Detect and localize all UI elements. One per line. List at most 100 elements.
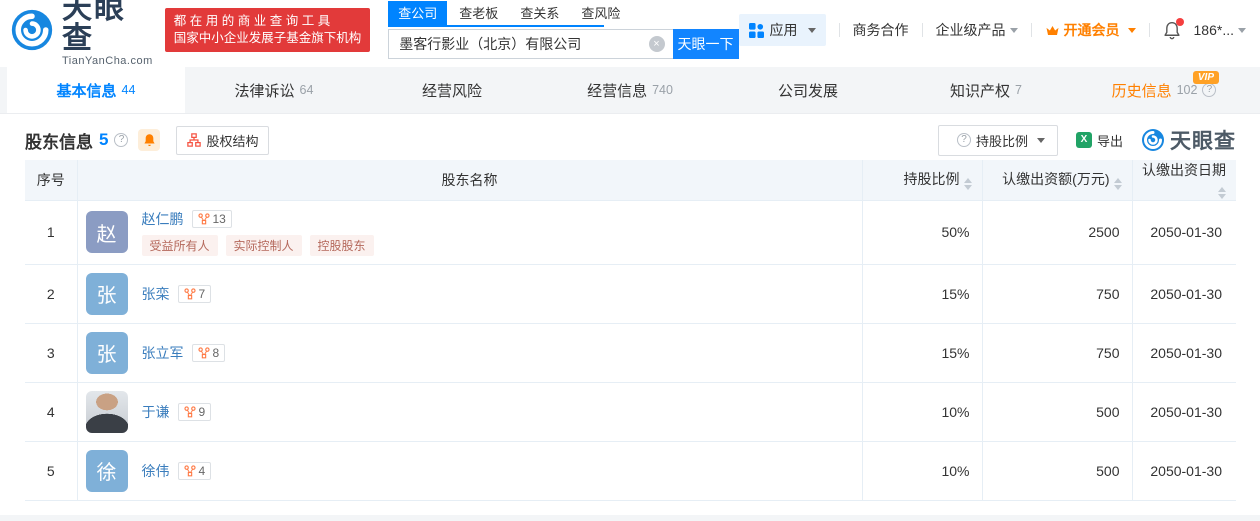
tab-经营风险[interactable]: 经营风险	[363, 67, 541, 113]
row-index: 5	[25, 441, 78, 501]
sort-icon[interactable]	[1218, 187, 1226, 200]
table-header-row: 序号 股东名称 持股比例 认缴出资额(万元) 认缴出资日期	[25, 160, 1236, 201]
tab-label: 知识产权	[950, 82, 1011, 100]
shareholder-tags: 受益所有人 实际控制人 控股股东	[141, 234, 374, 256]
table-row: 5 徐 徐伟 4 10% 500 2050-01-30	[25, 441, 1236, 501]
relation-graph-icon	[183, 287, 196, 299]
page: 天眼查 TianYanCha.com 都在用的商业查询工具 国家中小企业发展子基…	[0, 0, 1260, 521]
relation-graph-badge[interactable]: 8	[191, 343, 226, 362]
tab-count: 740	[652, 83, 673, 97]
top-nav: 应用 商务合作 企业级产品 开通会员 186*...	[738, 14, 1246, 46]
tab-法律诉讼[interactable]: 法律诉讼 64	[185, 67, 363, 113]
help-icon: ?	[956, 133, 971, 147]
export-button[interactable]: X 导出	[1075, 131, 1123, 150]
tab-历史信息[interactable]: 历史信息 102? VIP	[1075, 67, 1253, 113]
shareholder-name-link[interactable]: 张立军	[142, 343, 184, 363]
watermark-text: 天眼查	[1170, 130, 1236, 153]
amount-cell: 750	[982, 323, 1133, 383]
excel-icon: X	[1075, 132, 1092, 148]
ratio-filter-dropdown[interactable]: ? 持股比例	[937, 124, 1058, 156]
table-row: 2 张 张栾 7 15% 750 2050-01-30	[25, 264, 1236, 324]
col-header-index: 序号	[25, 160, 78, 201]
date-cell: 2050-01-30	[1132, 382, 1236, 442]
ratio-cell: 10%	[862, 382, 983, 442]
row-index: 1	[25, 200, 78, 265]
shareholder-tag: 实际控制人	[225, 234, 302, 256]
shareholder-name-link[interactable]: 徐伟	[142, 461, 170, 481]
table-row: 3 张 张立军 8 15% 750 2050-01-30	[25, 323, 1236, 383]
tab-公司发展[interactable]: 公司发展	[719, 67, 897, 113]
col-header-date[interactable]: 认缴出资日期	[1132, 160, 1236, 201]
chevron-down-icon	[807, 27, 816, 33]
apps-label: 应用	[769, 22, 798, 38]
search-tab[interactable]: 查老板	[449, 1, 508, 25]
search-button[interactable]: 天眼一下	[672, 29, 739, 59]
relation-graph-badge[interactable]: 9	[177, 402, 212, 421]
tab-count: 7	[1015, 83, 1022, 97]
avatar[interactable]: 赵	[85, 211, 128, 253]
open-vip-menu[interactable]: 开通会员	[1045, 20, 1136, 40]
tianyancha-swirl-icon	[11, 9, 53, 51]
tab-label: 历史信息	[1111, 82, 1172, 100]
notifications-bell[interactable]	[1163, 17, 1184, 40]
col-header-amount[interactable]: 认缴出资额(万元)	[982, 160, 1133, 201]
clear-input-icon[interactable]: ×	[648, 36, 665, 52]
relation-count: 7	[198, 286, 206, 301]
search-tab[interactable]: 查关系	[510, 1, 569, 25]
relation-graph-icon	[183, 464, 196, 476]
ratio-cell: 50%	[862, 200, 983, 265]
tianyancha-swirl-icon	[1142, 129, 1164, 151]
row-index: 2	[25, 264, 78, 324]
apps-grid-icon	[748, 22, 764, 38]
section-count: 5	[99, 130, 109, 149]
divider	[921, 23, 923, 37]
chevron-down-icon	[1238, 27, 1246, 33]
ratio-cell: 10%	[862, 441, 983, 501]
divider	[838, 23, 840, 37]
ratio-cell: 15%	[862, 323, 983, 383]
avatar[interactable]: 张	[85, 331, 128, 374]
tianyancha-logo[interactable]: 天眼查 TianYanCha.com	[10, 0, 153, 67]
search-tab[interactable]: 查风险	[571, 1, 630, 25]
search-input[interactable]	[388, 29, 673, 59]
enterprise-products-menu[interactable]: 企业级产品	[936, 20, 1018, 40]
tab-基本信息[interactable]: 基本信息 44	[7, 67, 185, 113]
tab-知识产权[interactable]: 知识产权 7	[897, 67, 1075, 113]
logo-title: 天眼查	[62, 0, 126, 55]
chevron-down-icon	[1036, 137, 1045, 143]
tab-label: 经营信息	[587, 82, 648, 100]
top-header: 天眼查 TianYanCha.com 都在用的商业查询工具 国家中小企业发展子基…	[0, 0, 1260, 66]
shareholder-name-link[interactable]: 张栾	[142, 284, 170, 304]
sort-icon[interactable]	[963, 178, 972, 191]
avatar-photo[interactable]	[85, 390, 128, 433]
ratio-cell: 15%	[862, 264, 983, 324]
relation-graph-badge[interactable]: 7	[177, 284, 212, 303]
help-icon[interactable]: ?	[114, 133, 129, 147]
date-cell: 2050-01-30	[1132, 441, 1236, 501]
row-index: 3	[25, 323, 78, 383]
search-block: 查公司查老板查关系查风险 × 天眼一下	[388, 1, 739, 59]
avatar[interactable]: 张	[85, 272, 128, 315]
date-cell: 2050-01-30	[1132, 264, 1236, 324]
avatar[interactable]: 徐	[85, 449, 128, 492]
equity-structure-button[interactable]: 股权结构	[176, 125, 270, 155]
shareholder-tag: 控股股东	[309, 234, 374, 256]
relation-graph-badge[interactable]: 4	[177, 461, 212, 480]
amount-cell: 500	[982, 382, 1133, 442]
relation-graph-badge[interactable]: 13	[191, 209, 232, 228]
search-tab[interactable]: 查公司	[388, 1, 448, 25]
account-menu[interactable]: 186*...	[1194, 22, 1246, 38]
col-header-ratio[interactable]: 持股比例	[862, 160, 983, 201]
sort-icon[interactable]	[1113, 178, 1122, 191]
promo-banner: 都在用的商业查询工具 国家中小企业发展子基金旗下机构	[164, 8, 371, 52]
tab-label: 法律诉讼	[234, 82, 295, 100]
promo-line2: 国家中小企业发展子基金旗下机构	[173, 31, 362, 45]
shareholder-name-link[interactable]: 赵仁鹏	[142, 209, 184, 229]
tab-经营信息[interactable]: 经营信息 740	[541, 67, 719, 113]
relation-graph-icon	[197, 346, 210, 358]
subscribe-bell-button[interactable]	[138, 129, 161, 151]
shareholder-name-link[interactable]: 于谦	[142, 402, 170, 422]
business-cooperation-link[interactable]: 商务合作	[853, 20, 909, 40]
apps-menu[interactable]: 应用	[738, 14, 826, 46]
company-tabbar: 基本信息 44 法律诉讼 64 经营风险 经营信息 740 公司发展 知识产权 7 历史信息 102?…	[0, 67, 1260, 114]
